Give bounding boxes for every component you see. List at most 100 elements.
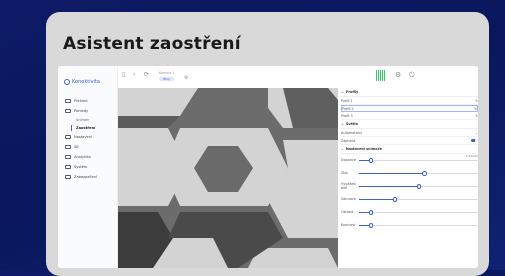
chevron-down-icon: ⌄: [341, 122, 344, 126]
slider-thumb[interactable]: [368, 210, 374, 215]
live-badge: Živý: [159, 77, 174, 81]
slider-row: Zisk: [341, 167, 478, 180]
row-label: Profil 1: [341, 98, 353, 103]
system-icon: [65, 165, 71, 169]
slider-label: Saturace: [341, 196, 357, 201]
slider-track[interactable]: [359, 197, 478, 202]
top-toolbar: ▯ ‹ ⟳ Kamera 1 Živý ⚙: [118, 66, 338, 88]
panel-header: ⚙ ⏻: [338, 66, 478, 88]
profile-row[interactable]: Profil 3 ✎: [341, 112, 478, 120]
slider-label: Ostrost: [341, 209, 354, 214]
section-title: Světlo: [345, 122, 358, 126]
row-label: Profil 3: [341, 113, 353, 118]
sidebar-item-label: Analytika: [74, 155, 91, 159]
slider-track[interactable]: [359, 223, 478, 228]
back-icon[interactable]: ‹: [133, 72, 139, 78]
slider-track[interactable]: [359, 210, 478, 215]
slider-fill: [359, 185, 419, 188]
light-mode-select[interactable]: Automaticky ⌄: [341, 129, 478, 137]
settings-panel: ⌄ Profily Profil 1 ✎ Profil 2 ✎ Profil 3…: [341, 88, 478, 268]
slider-row: Ostrost: [341, 206, 478, 219]
settings-icon[interactable]: ⚙: [395, 71, 401, 79]
sidebar-item-label: Síť: [74, 145, 79, 149]
slider-label: Vyvážení bílé: [341, 181, 357, 190]
edit-icon[interactable]: ✎: [475, 99, 478, 103]
profile-row[interactable]: Profil 1 ✎: [341, 97, 478, 105]
slider-range-label: 1/20000: [465, 154, 478, 158]
app-window: Konektivita Přehled Pohledy Snímek Zaost…: [58, 66, 478, 268]
light-toggle[interactable]: [471, 138, 478, 143]
row-label: Automaticky: [341, 130, 363, 135]
card-title: Asistent zaostření: [63, 34, 241, 54]
chevron-down-icon: ⌄: [341, 147, 344, 151]
section-light-header[interactable]: ⌄ Světlo: [341, 120, 478, 129]
panel-toggle-icon[interactable]: ▯: [122, 72, 128, 78]
sidebar-item-label: Nastavení: [74, 135, 92, 139]
monitor-icon: [65, 99, 71, 103]
signal-bars-icon: [376, 70, 386, 81]
sidebar-item-label: Zabezpečení: [74, 175, 97, 179]
sidebar-item-views[interactable]: Pohledy: [62, 106, 116, 116]
sidebar-item-label: Přehled: [74, 99, 88, 103]
power-icon[interactable]: ⏻: [409, 71, 415, 80]
slider-fill: [359, 198, 395, 201]
row-label: Profil 2: [342, 106, 354, 111]
feature-card: Asistent zaostření Konektivita Přehled P…: [46, 12, 489, 276]
slider-row: Expozice 1/20000: [341, 154, 478, 167]
settings-icon[interactable]: ⚙: [184, 75, 188, 81]
chevron-down-icon: ⌄: [341, 90, 344, 94]
slider-label: Expozice: [341, 157, 357, 162]
slider-label: Zisk: [341, 170, 348, 175]
edit-icon[interactable]: ✎: [474, 107, 477, 111]
slider-row: Saturace: [341, 193, 478, 206]
section-title: Profily: [345, 90, 359, 94]
slider-thumb[interactable]: [392, 197, 398, 202]
camera-image: [118, 88, 338, 268]
slider-track[interactable]: [359, 158, 478, 163]
chevron-down-icon: ⌄: [475, 130, 478, 135]
sidebar: Konektivita Přehled Pohledy Snímek Zaost…: [58, 66, 118, 268]
profile-row[interactable]: Profil 2 ✎: [341, 105, 478, 112]
sidebar-item-analytics[interactable]: Analytika: [62, 152, 116, 162]
section-sensor-header[interactable]: ⌄ Nastavení snímače: [341, 145, 478, 154]
camera-icon: [65, 109, 71, 113]
slider-thumb[interactable]: [422, 171, 427, 176]
sidebar-item-network[interactable]: Síť: [62, 142, 116, 152]
sidebar-subitem-focus[interactable]: Zaostření: [62, 124, 116, 132]
sidebar-item-label: Pohledy: [74, 109, 89, 113]
light-toggle-row: Zapnout: [341, 137, 478, 145]
sidebar-item-settings[interactable]: Nastavení: [62, 132, 116, 142]
slider-thumb[interactable]: [368, 158, 374, 163]
slider-track[interactable]: [359, 171, 478, 176]
refresh-icon[interactable]: ⟳: [144, 72, 150, 78]
camera-title: Kamera 1: [159, 71, 175, 75]
brand-icon: [64, 79, 70, 85]
sidebar-item-overview[interactable]: Přehled: [62, 96, 116, 106]
slider-thumb[interactable]: [368, 223, 374, 228]
sensor-sliders: Expozice 1/20000 Zisk Vyvážení bílé Saturace…: [341, 154, 478, 232]
row-label: Zapnout: [341, 138, 356, 143]
slider-row: Vyvážení bílé: [341, 180, 478, 193]
sidebar-item-system[interactable]: Systém: [62, 162, 116, 172]
chart-icon: [65, 155, 71, 159]
camera-preview[interactable]: [118, 88, 338, 268]
sidebar-subitem-snapshot[interactable]: Snímek: [62, 116, 116, 124]
slider-fill: [359, 172, 425, 175]
network-icon: [65, 145, 71, 149]
slider-label: Kontrast: [341, 222, 356, 227]
slider-track[interactable]: [359, 184, 478, 189]
sidebar-item-security[interactable]: Zabezpečení: [62, 172, 116, 182]
shield-icon: [65, 175, 71, 179]
section-profiles-header[interactable]: ⌄ Profily: [341, 88, 478, 97]
sidebar-nav: Přehled Pohledy Snímek Zaostření Nastave…: [62, 96, 116, 182]
slider-row: Kontrast: [341, 219, 478, 232]
sidebar-item-label: Systém: [74, 165, 88, 169]
slider-thumb[interactable]: [416, 184, 421, 189]
gear-icon: [65, 135, 71, 139]
sidebar-subitem-label: Zaostření: [76, 126, 96, 130]
brand-logo[interactable]: Konektivita: [64, 79, 100, 85]
brand-name: Konektivita: [72, 79, 100, 85]
section-title: Nastavení snímače: [345, 147, 382, 151]
sidebar-subitem-label: Snímek: [76, 118, 90, 122]
edit-icon[interactable]: ✎: [475, 114, 478, 118]
